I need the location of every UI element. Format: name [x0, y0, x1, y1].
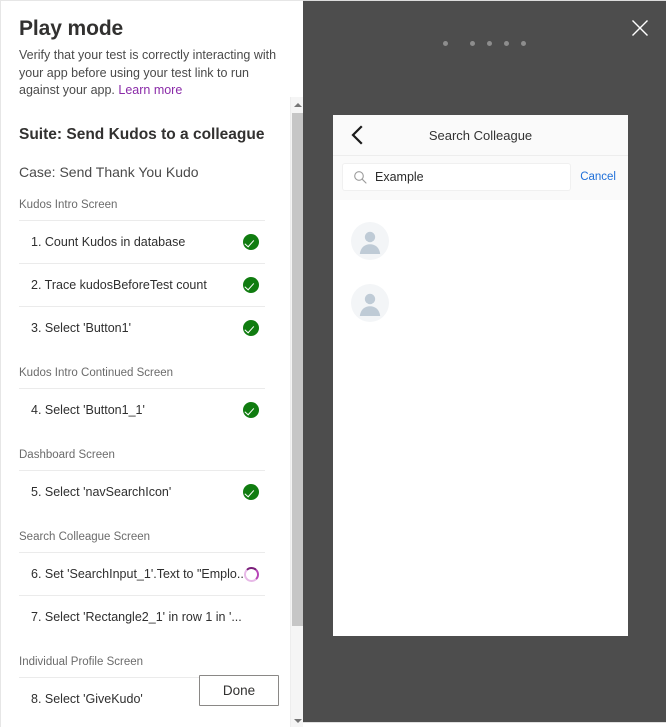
case-title: Case: Send Thank You Kudo [19, 164, 199, 181]
test-step-label: 5. Select 'navSearchIcon' [31, 485, 172, 500]
test-step-row[interactable]: 1. Count Kudos in database [19, 220, 265, 263]
test-step-label: 2. Trace kudosBeforeTest count [31, 278, 207, 293]
test-steps-scroll-region[interactable]: Suite: Send Kudos to a colleague Case: S… [1, 97, 291, 727]
test-step-label: 1. Count Kudos in database [31, 235, 186, 250]
test-step-label: 4. Select 'Button1_1' [31, 403, 145, 418]
app-header: Search Colleague [333, 115, 628, 156]
steps-scrollbar[interactable] [290, 97, 303, 727]
loading-dot [521, 41, 526, 46]
test-step-label: 6. Set 'SearchInput_1'.Text to "Emplo... [31, 567, 244, 582]
screen-group-label: Individual Profile Screen [19, 656, 144, 669]
test-step-row[interactable]: 2. Trace kudosBeforeTest count [19, 263, 265, 306]
close-icon[interactable] [624, 12, 656, 44]
scroll-up-arrow-icon[interactable] [291, 97, 303, 112]
scrollbar-thumb[interactable] [292, 113, 303, 626]
test-steps-list: Suite: Send Kudos to a colleague Case: S… [1, 125, 283, 727]
search-icon [351, 168, 369, 186]
page-title: Play mode [19, 17, 124, 40]
test-step-row[interactable]: 5. Select 'navSearchIcon' [19, 470, 265, 513]
test-step-label: 3. Select 'Button1' [31, 321, 131, 336]
test-step-row[interactable]: 3. Select 'Button1' [19, 306, 265, 349]
test-steps-panel: Play mode Verify that your test is corre… [0, 0, 303, 727]
scroll-down-arrow-icon[interactable] [291, 713, 303, 727]
suite-title: Suite: Send Kudos to a colleague [19, 126, 265, 143]
test-step-row[interactable]: 6. Set 'SearchInput_1'.Text to "Emplo... [19, 552, 265, 595]
step-passed-check-icon [243, 277, 259, 294]
test-step-row[interactable]: 4. Select 'Button1_1' [19, 388, 265, 431]
loading-dots-indicator [303, 41, 666, 46]
search-result-row[interactable] [333, 210, 628, 272]
step-passed-check-icon [243, 402, 259, 419]
screen-group-label: Search Colleague Screen [19, 531, 151, 544]
step-passed-check-icon [243, 320, 259, 337]
step-passed-check-icon [243, 484, 259, 501]
test-step-label: 7. Select 'Rectangle2_1' in row 1 in '..… [31, 610, 242, 625]
panel-header: Play mode Verify that your test is corre… [1, 1, 303, 100]
avatar-person-icon [351, 284, 389, 322]
screen-group-label: Dashboard Screen [19, 449, 115, 462]
step-status-empty [243, 609, 259, 625]
learn-more-link[interactable]: Learn more [118, 83, 182, 97]
search-bar: Example Cancel [333, 156, 628, 200]
screen-group-label: Kudos Intro Screen [19, 199, 118, 212]
loading-dot [470, 41, 475, 46]
done-button[interactable]: Done [199, 675, 279, 706]
step-groups: Kudos Intro Screen 1. Count Kudos in data… [19, 198, 265, 727]
search-results-list [333, 200, 628, 334]
step-passed-check-icon [243, 234, 259, 251]
search-input[interactable]: Example [343, 164, 571, 190]
loading-dot [443, 41, 448, 46]
back-chevron-icon[interactable] [345, 123, 369, 147]
search-input-value: Example [375, 170, 424, 184]
app-header-title: Search Colleague [428, 127, 533, 143]
panel-description: Verify that your test is correctly inter… [19, 47, 285, 100]
step-running-spinner-icon [244, 566, 259, 582]
app-preview-viewport: Search Colleague Example Cancel [333, 115, 628, 636]
test-step-row[interactable]: 7. Select 'Rectangle2_1' in row 1 in '..… [19, 595, 265, 638]
avatar-person-icon [351, 222, 389, 260]
play-mode-dialog: Play mode Verify that your test is corre… [0, 0, 666, 727]
test-step-label: 8. Select 'GiveKudo' [31, 692, 143, 707]
app-player-panel: Search Colleague Example Cancel [303, 0, 666, 722]
loading-dot [504, 41, 509, 46]
screen-group-label: Kudos Intro Continued Screen [19, 367, 174, 380]
search-cancel-link[interactable]: Cancel [580, 171, 616, 183]
search-result-row[interactable] [333, 272, 628, 334]
window-bottom-edge [303, 722, 666, 727]
loading-dot [487, 41, 492, 46]
